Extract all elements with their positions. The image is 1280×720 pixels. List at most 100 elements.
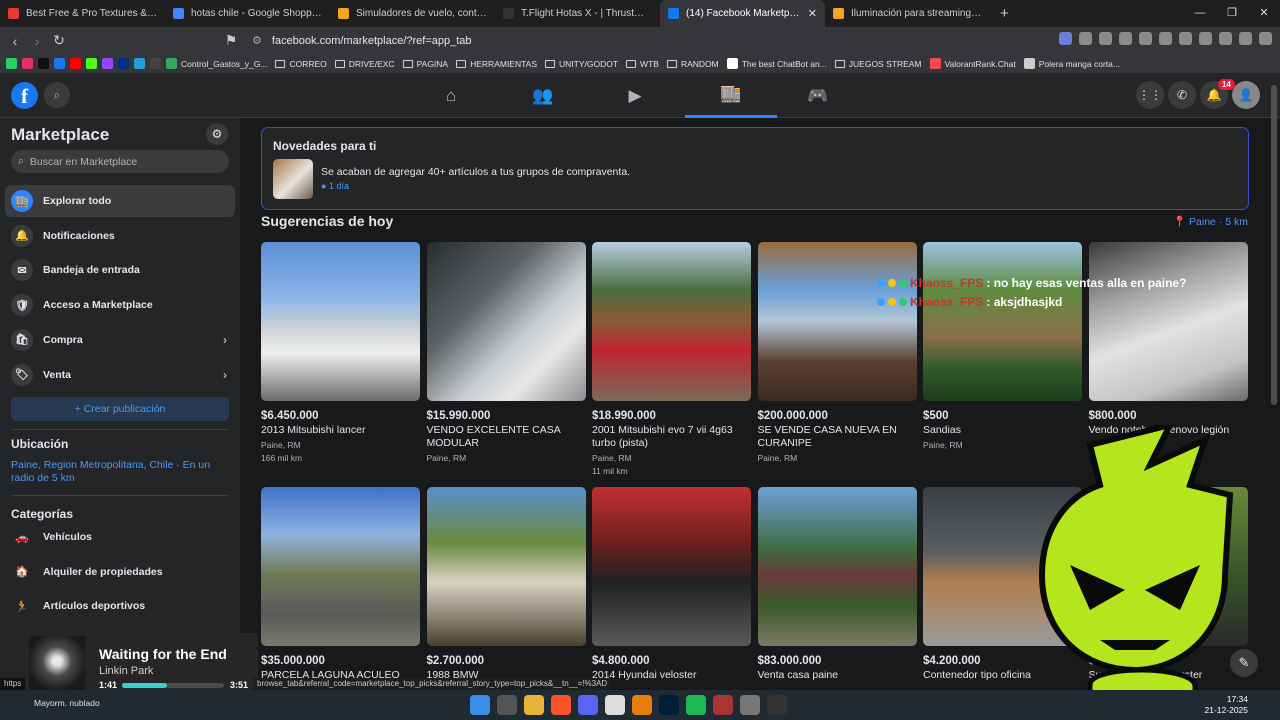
youtube-icon[interactable] bbox=[70, 58, 81, 69]
system-clock[interactable]: 17:34 21-12-2025 bbox=[1205, 694, 1248, 716]
steam-icon[interactable] bbox=[740, 695, 760, 715]
marketplace-nav-icon[interactable]: 🏬 bbox=[685, 73, 777, 118]
sidebar-item[interactable]: 🏬 Explorar todo bbox=[5, 185, 235, 217]
listing-card[interactable]: $83.000.000 Venta casa paine bbox=[757, 487, 918, 682]
settings-gear-icon[interactable]: ⚙ bbox=[206, 123, 228, 145]
sidebar-item[interactable]: ✉ Bandeja de entrada bbox=[5, 254, 235, 286]
media-icon[interactable] bbox=[1159, 32, 1172, 45]
leo-icon[interactable] bbox=[1219, 32, 1232, 45]
close-tab-icon[interactable]: ✕ bbox=[808, 7, 817, 20]
bookmark-item[interactable]: DRIVE/EXC bbox=[334, 58, 395, 69]
listing-image[interactable] bbox=[592, 487, 751, 646]
start-icon[interactable] bbox=[470, 695, 490, 715]
compose-edit-icon[interactable]: ✎ bbox=[1230, 649, 1258, 677]
photoshop-icon[interactable] bbox=[659, 695, 679, 715]
video-nav-icon[interactable]: ▶ bbox=[589, 73, 681, 118]
spotify-icon[interactable] bbox=[686, 695, 706, 715]
paypal-icon[interactable] bbox=[118, 58, 129, 69]
listing-image[interactable] bbox=[426, 242, 586, 401]
suggestions-location-link[interactable]: 📍 Paine · 5 km bbox=[1173, 215, 1248, 228]
listing-card[interactable]: $35.000.000 PARCELA LAGUNA ACULEO bbox=[261, 487, 421, 682]
sidebar-item[interactable]: 🛍 Compra › bbox=[5, 324, 235, 356]
notion-icon[interactable] bbox=[605, 695, 625, 715]
create-listing-button[interactable]: + Crear publicación bbox=[11, 397, 229, 421]
friends-nav-icon[interactable]: 👥 bbox=[497, 73, 589, 118]
bookmark-item[interactable]: RANDOM bbox=[666, 58, 719, 69]
bookmark-item[interactable]: UNITY/GODOT bbox=[545, 58, 618, 69]
listing-image[interactable] bbox=[261, 242, 420, 401]
extension-icon[interactable] bbox=[1119, 32, 1132, 45]
location-link[interactable]: Paine, Region Metropolitana, Chile · En … bbox=[11, 459, 233, 485]
listing-image[interactable] bbox=[426, 487, 586, 646]
close-window-button[interactable]: ✕ bbox=[1248, 0, 1280, 27]
search-taskbar-icon[interactable] bbox=[497, 695, 517, 715]
category-item[interactable]: 🏃 Artículos deportivos bbox=[5, 590, 235, 622]
listing-card[interactable]: $15.990.000 VENDO EXCELENTE CASA MODULAR P… bbox=[426, 242, 587, 465]
search-icon[interactable]: ⌕ bbox=[44, 82, 70, 108]
back-icon[interactable]: ‹ bbox=[4, 33, 26, 49]
browser-tab[interactable]: Best Free & Pro Textures & Materials bbox=[0, 0, 165, 27]
reload-icon[interactable]: ↻ bbox=[48, 32, 70, 49]
bookmark-item[interactable]: CORREO bbox=[275, 58, 327, 69]
listing-image[interactable] bbox=[1088, 242, 1248, 401]
gmail-icon[interactable] bbox=[150, 58, 161, 69]
category-item[interactable]: 🏠 Alquiler de propiedades bbox=[5, 556, 235, 588]
maximize-button[interactable]: ❐ bbox=[1216, 0, 1248, 27]
new-tab-button[interactable]: + bbox=[990, 5, 1019, 22]
listing-image[interactable] bbox=[923, 242, 1082, 401]
novedades-card[interactable]: Novedades para ti Se acaban de agregar 4… bbox=[261, 127, 1249, 210]
listing-image[interactable] bbox=[757, 487, 917, 646]
gaming-nav-icon[interactable]: 🎮 bbox=[772, 73, 864, 118]
listing-card[interactable]: $2.700.000 1988 BMW bbox=[426, 487, 587, 682]
facebook-icon[interactable] bbox=[54, 58, 65, 69]
home-nav-icon[interactable]: ⌂ bbox=[405, 73, 497, 118]
telegram-icon[interactable] bbox=[134, 58, 145, 69]
file-explorer-icon[interactable] bbox=[524, 695, 544, 715]
blender-icon[interactable] bbox=[632, 695, 652, 715]
weather-widget[interactable]: Mayorm. nublado bbox=[34, 698, 100, 709]
wallet-icon[interactable] bbox=[1199, 32, 1212, 45]
obs-icon[interactable] bbox=[767, 695, 787, 715]
app-icon[interactable] bbox=[713, 695, 733, 715]
menu-grid-icon[interactable]: ⋮⋮ bbox=[1136, 81, 1164, 109]
browser-tab[interactable]: hotas chile - Google Shopping bbox=[165, 0, 330, 27]
browser-tab[interactable]: Simuladores de vuelo, controles y vo bbox=[330, 0, 495, 27]
listing-image[interactable] bbox=[757, 242, 917, 401]
listing-image[interactable] bbox=[261, 487, 420, 646]
kick-icon[interactable] bbox=[86, 58, 97, 69]
listing-card[interactable]: $18.990.000 2001 Mitsubishi evo 7 vii 4g6… bbox=[592, 242, 752, 478]
vpn-icon[interactable] bbox=[1239, 32, 1252, 45]
instagram-icon[interactable] bbox=[22, 58, 33, 69]
page-scrollbar[interactable] bbox=[1271, 85, 1277, 405]
bookmark-item[interactable]: ValorantRank.Chat bbox=[929, 58, 1016, 69]
x-icon[interactable] bbox=[38, 58, 49, 69]
sidebar-item[interactable]: 🏷 Venta › bbox=[5, 359, 235, 391]
download-icon[interactable] bbox=[1139, 32, 1152, 45]
browser-tab[interactable]: T.Flight Hotas X - | Thrustmaster bbox=[495, 0, 660, 27]
browser-tab[interactable]: Iluminación para streaming | Dust2 bbox=[825, 0, 990, 27]
bookmark-page-icon[interactable]: ⚑ bbox=[220, 32, 242, 49]
marketplace-search-input[interactable]: ⌕ Buscar en Marketplace bbox=[11, 150, 229, 173]
category-item[interactable]: 🚗 Vehículos bbox=[5, 521, 235, 553]
bookmark-item[interactable]: PAGINA bbox=[402, 58, 448, 69]
site-info-icon[interactable]: ⚙ bbox=[252, 34, 262, 47]
bookmark-item[interactable]: WTB bbox=[626, 58, 659, 69]
twitch-icon[interactable] bbox=[102, 58, 113, 69]
url-field[interactable]: ⚙ facebook.com/marketplace/?ref=app_tab bbox=[242, 30, 962, 51]
sidebar-item[interactable]: 🔔 Notificaciones bbox=[5, 220, 235, 252]
bookmark-item[interactable]: HERRAMIENTAS bbox=[456, 58, 537, 69]
avatar[interactable]: 👤 bbox=[1232, 81, 1260, 109]
sidebar-icon[interactable] bbox=[1179, 32, 1192, 45]
brave-icon[interactable] bbox=[551, 695, 571, 715]
bookmark-item[interactable]: Polera manga corta... bbox=[1023, 58, 1120, 69]
bookmark-item[interactable]: Control_Gastos_y_G... bbox=[166, 58, 267, 69]
listing-image[interactable] bbox=[592, 242, 751, 401]
discord-icon[interactable] bbox=[578, 695, 598, 715]
whatsapp-icon[interactable] bbox=[6, 58, 17, 69]
listing-card[interactable]: $4.800.000 2014 Hyundai veloster bbox=[592, 487, 752, 682]
sidebar-item[interactable]: 🛡 Acceso a Marketplace bbox=[5, 289, 235, 321]
forward-icon[interactable]: › bbox=[26, 33, 48, 49]
extension-icon[interactable] bbox=[1099, 32, 1112, 45]
listing-card[interactable]: $6.450.000 2013 Mitsubishi lancer Paine, R… bbox=[261, 242, 421, 465]
bookmark-item[interactable]: The best ChatBot an... bbox=[726, 58, 827, 69]
